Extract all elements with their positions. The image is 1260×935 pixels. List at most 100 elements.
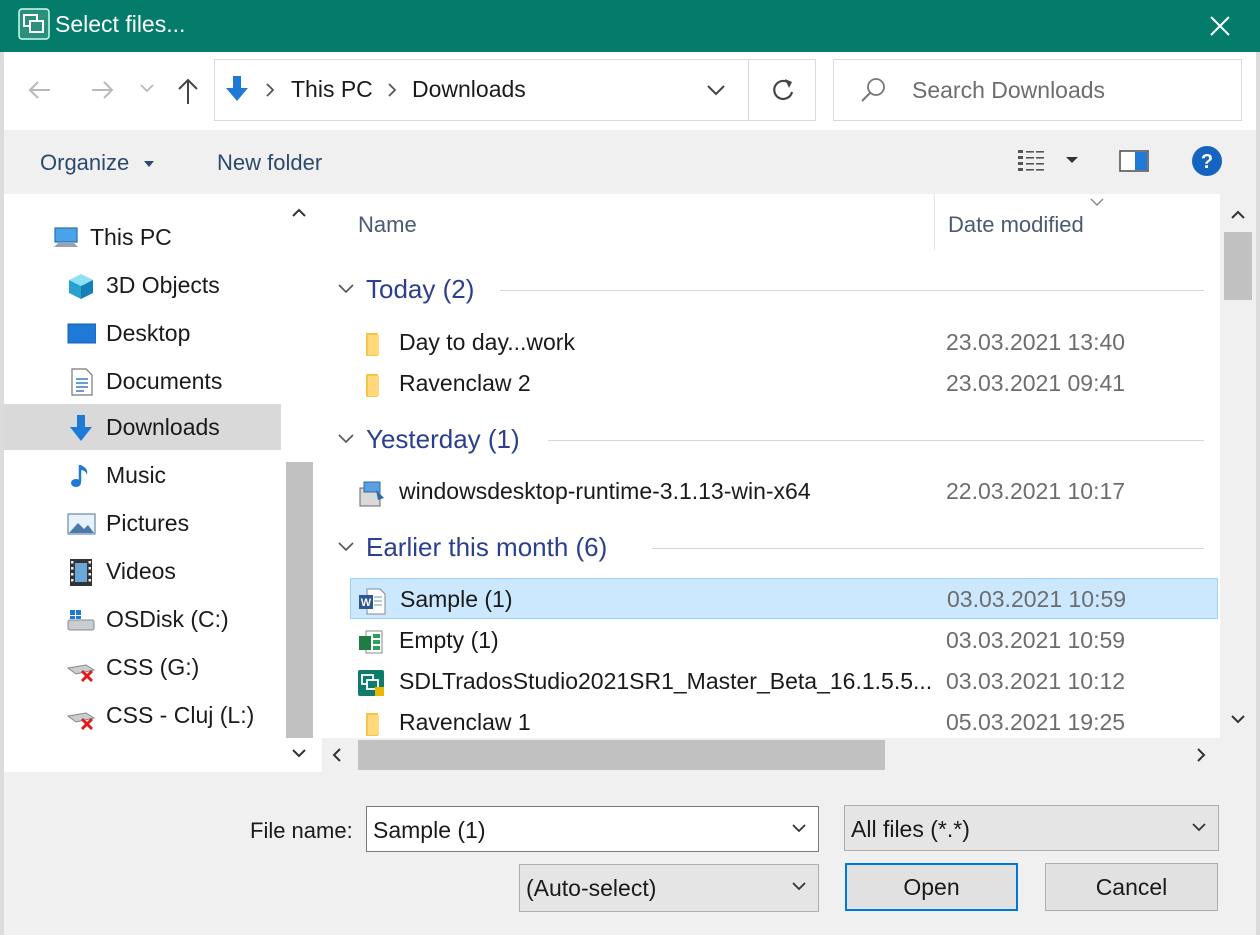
preview-pane-icon[interactable] — [1118, 146, 1150, 176]
new-folder-button[interactable]: New folder — [217, 150, 322, 176]
file-row[interactable]: SDLTradosStudio2021SR1_Master_Beta_16.1.… — [350, 661, 1218, 702]
file-name: Empty (1) — [399, 627, 499, 653]
scroll-down-icon[interactable] — [1229, 712, 1247, 726]
scrollbar-thumb[interactable] — [358, 740, 885, 770]
sidebar-item-css-cluj[interactable]: CSS - Cluj (L:) — [4, 692, 281, 738]
file-name: Day to day...work — [399, 329, 575, 355]
organize-button[interactable]: Organize — [40, 150, 155, 176]
open-button[interactable]: Open — [845, 863, 1018, 911]
file-name: windowsdesktop-runtime-3.1.13-win-x64 — [399, 478, 811, 504]
navigation-bar: This PC Downloads — [4, 52, 1256, 130]
scroll-up-icon[interactable] — [290, 206, 308, 220]
file-row[interactable]: windowsdesktop-runtime-3.1.13-win-x64 22… — [350, 471, 1218, 512]
file-list-horizontal-scrollbar[interactable] — [322, 738, 1220, 772]
sidebar-item-desktop[interactable]: Desktop — [4, 310, 281, 356]
group-divider — [500, 290, 1204, 291]
breadcrumb-downloads[interactable]: Downloads — [412, 76, 526, 103]
group-divider — [548, 440, 1204, 441]
collapse-chevron-icon[interactable] — [336, 540, 356, 554]
file-row[interactable]: Ravenclaw 1 05.03.2021 19:25 — [350, 702, 1218, 743]
file-type-filter-value: All files (*.*) — [851, 816, 970, 842]
sidebar-item-downloads[interactable]: Downloads — [4, 404, 281, 450]
sidebar-item-documents[interactable]: Documents — [4, 358, 281, 404]
column-header-name[interactable]: Name — [358, 212, 417, 238]
sidebar-item-label: This PC — [90, 224, 172, 250]
file-date: 05.03.2021 19:25 — [946, 709, 1126, 735]
sidebar-item-label: CSS (G:) — [106, 654, 200, 680]
scrollbar-thumb[interactable] — [1224, 232, 1252, 300]
scroll-up-icon[interactable] — [1229, 208, 1247, 222]
picture-icon — [67, 513, 96, 535]
search-box[interactable] — [833, 59, 1242, 121]
refresh-icon[interactable] — [767, 74, 799, 106]
view-details-icon[interactable] — [1016, 146, 1048, 176]
search-icon — [861, 78, 885, 102]
sidebar-item-3d-objects[interactable]: 3D Objects — [4, 262, 281, 308]
navigation-pane: This PC 3D Objects Desktop Documents Dow… — [4, 194, 315, 772]
forward-button[interactable] — [86, 74, 118, 106]
breadcrumb-this-pc[interactable]: This PC — [291, 76, 373, 103]
group-header-earlier-this-month[interactable]: Earlier this month (6) — [322, 526, 1222, 570]
up-button[interactable] — [172, 74, 204, 108]
sidebar-item-label: 3D Objects — [106, 272, 220, 298]
file-row[interactable]: Day to day...work 23.03.2021 13:40 — [350, 322, 1218, 363]
drive-icon — [67, 610, 95, 631]
sidebar-item-css-g[interactable]: CSS (G:) — [4, 644, 281, 690]
svg-text:W: W — [361, 597, 372, 609]
close-icon — [1210, 16, 1230, 36]
file-row[interactable]: Empty (1) 03.03.2021 10:59 — [350, 620, 1218, 661]
organize-label: Organize — [40, 150, 130, 175]
navigation-pane-scrollbar[interactable] — [282, 194, 315, 772]
recent-locations-chevron-icon[interactable] — [138, 82, 156, 96]
file-row-selected[interactable]: W Sample (1) 03.03.2021 10:59 — [350, 578, 1218, 619]
search-input[interactable] — [912, 74, 1222, 106]
file-name-value[interactable]: Sample (1) — [373, 817, 485, 844]
scroll-down-icon[interactable] — [290, 746, 308, 760]
file-date: 22.03.2021 10:17 — [946, 478, 1126, 504]
back-button[interactable] — [24, 74, 56, 106]
file-name: SDLTradosStudio2021SR1_Master_Beta_16.1.… — [399, 668, 933, 694]
address-bar[interactable]: This PC Downloads — [214, 59, 816, 121]
sidebar-item-music[interactable]: Music — [4, 452, 281, 498]
view-options-caret-icon[interactable] — [1064, 154, 1080, 166]
file-name-label: File name: — [250, 818, 353, 843]
file-type-filter-select[interactable]: All files (*.*) — [844, 805, 1219, 851]
network-drive-disconnected-icon — [66, 712, 96, 731]
music-icon — [71, 465, 88, 487]
collapse-chevron-icon[interactable] — [336, 432, 356, 446]
app-icon — [18, 8, 50, 40]
window-border-right — [1256, 52, 1260, 935]
desktop-icon — [67, 323, 96, 344]
download-icon — [226, 76, 248, 101]
scroll-right-icon[interactable] — [1194, 746, 1208, 764]
close-button[interactable] — [1180, 0, 1260, 52]
group-header-yesterday[interactable]: Yesterday (1) — [322, 418, 1222, 462]
folder-icon — [366, 713, 379, 736]
file-row[interactable]: Ravenclaw 2 23.03.2021 09:41 — [350, 363, 1218, 404]
scroll-left-icon[interactable] — [330, 746, 344, 764]
collapse-chevron-icon[interactable] — [336, 282, 356, 296]
sidebar-item-label: Pictures — [106, 510, 190, 536]
group-divider — [652, 548, 1204, 549]
svg-text:?: ? — [1201, 151, 1213, 173]
folder-icon — [366, 333, 379, 356]
cancel-button[interactable]: Cancel — [1045, 863, 1218, 911]
column-header-date-modified[interactable]: Date modified — [948, 212, 1084, 238]
chevron-down-icon[interactable] — [790, 821, 808, 835]
encoding-value: (Auto-select) — [526, 875, 657, 901]
file-name-combobox[interactable]: Sample (1) — [366, 806, 819, 852]
file-name: Sample (1) — [400, 586, 513, 612]
address-history-chevron-icon[interactable] — [705, 82, 727, 98]
scrollbar-thumb[interactable] — [286, 462, 313, 738]
sidebar-item-videos[interactable]: Videos — [4, 548, 281, 594]
encoding-select[interactable]: (Auto-select) — [519, 864, 819, 912]
sidebar-item-pictures[interactable]: Pictures — [4, 500, 281, 546]
file-date: 23.03.2021 13:40 — [946, 329, 1126, 355]
group-header-today[interactable]: Today (2) — [322, 268, 1222, 312]
help-icon[interactable]: ? — [1190, 144, 1224, 178]
sidebar-item-this-pc[interactable]: This PC — [4, 214, 281, 260]
network-drive-disconnected-icon — [66, 664, 96, 683]
sidebar-item-osdisk[interactable]: OSDisk (C:) — [4, 596, 281, 642]
file-list-vertical-scrollbar[interactable] — [1220, 194, 1256, 772]
word-document-icon: W — [359, 588, 386, 615]
